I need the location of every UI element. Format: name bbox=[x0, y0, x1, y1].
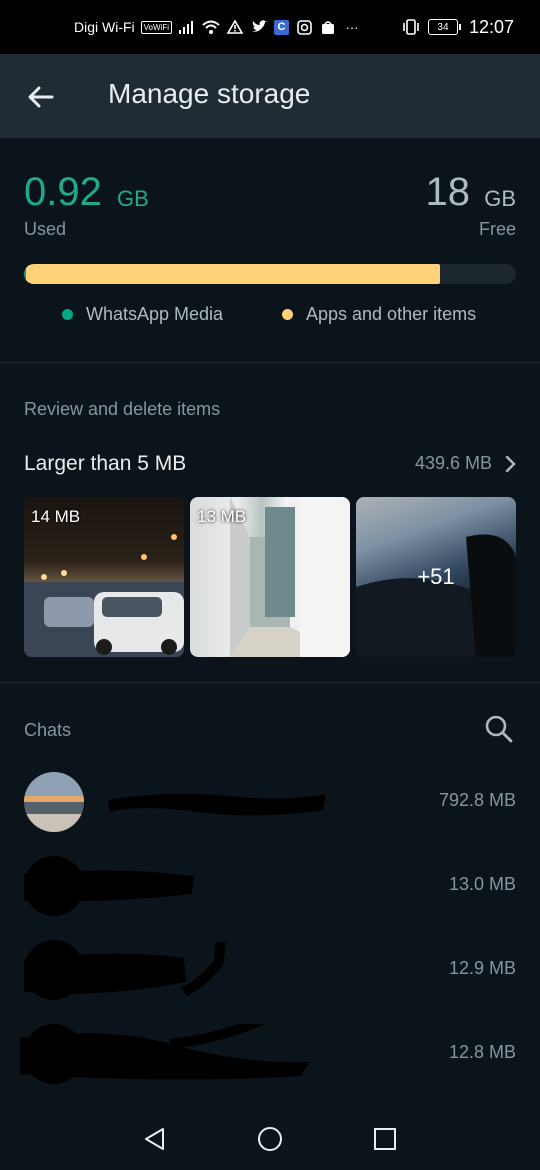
chat-size: 792.8 MB bbox=[438, 790, 516, 810]
legend-dot-media bbox=[62, 309, 73, 320]
thumb-size-label: 14 MB bbox=[31, 507, 81, 526]
back-triangle-icon[interactable] bbox=[142, 1126, 168, 1152]
warning-icon bbox=[226, 19, 244, 35]
divider bbox=[0, 362, 540, 363]
instagram-icon bbox=[295, 19, 313, 35]
clock: 12:07 bbox=[468, 16, 514, 37]
storage-bar bbox=[24, 264, 516, 284]
recents-square-icon[interactable] bbox=[372, 1126, 398, 1152]
larger-than-label[interactable]: Larger than 5 MB bbox=[24, 452, 186, 476]
redacted-name bbox=[24, 942, 328, 997]
navigation-bar bbox=[0, 1108, 540, 1170]
status-right: 34 12:07 bbox=[402, 0, 514, 54]
redacted-name bbox=[20, 1024, 328, 1080]
media-thumb[interactable]: 13 MB bbox=[190, 497, 350, 657]
legend-apps: Apps and other items bbox=[282, 304, 476, 325]
signal-icon bbox=[178, 19, 196, 35]
status-bar: Digi Wi-Fi VoWiFi C ··· 34 12:07 bbox=[0, 0, 540, 54]
free-value: 18 bbox=[425, 170, 471, 214]
battery-icon: 34 bbox=[427, 19, 461, 35]
chat-row[interactable]: 792.8 MB bbox=[0, 760, 540, 844]
chat-row[interactable]: 12.9 MB bbox=[0, 928, 540, 1012]
chat-size: 13.0 MB bbox=[448, 874, 516, 894]
chats-section-title: Chats bbox=[24, 720, 72, 740]
storage-bar-apps bbox=[26, 264, 440, 284]
used-unit: GB bbox=[117, 186, 149, 211]
chat-row[interactable]: 12.8 MB bbox=[0, 1012, 540, 1096]
free-label: Free bbox=[478, 219, 516, 239]
used-label: Used bbox=[24, 219, 67, 239]
legend-media-label: WhatsApp Media bbox=[86, 304, 224, 324]
redacted-name bbox=[24, 870, 328, 902]
more-items-overlay: +51 bbox=[356, 497, 516, 657]
vowifi-badge: VoWiFi bbox=[140, 20, 172, 34]
legend-apps-label: Apps and other items bbox=[306, 304, 477, 324]
avatar bbox=[24, 772, 84, 832]
search-icon[interactable] bbox=[484, 714, 514, 744]
home-circle-icon[interactable] bbox=[257, 1126, 283, 1152]
media-thumb[interactable]: 14 MB bbox=[24, 497, 184, 657]
vibrate-icon bbox=[402, 19, 420, 35]
chat-row[interactable]: 13.0 MB bbox=[0, 844, 540, 928]
c-app-icon: C bbox=[274, 19, 289, 35]
shopping-icon bbox=[319, 19, 337, 35]
thumb-size-label: 13 MB bbox=[197, 507, 247, 526]
battery-level: 34 bbox=[427, 19, 458, 35]
page-title: Manage storage bbox=[108, 78, 311, 109]
chat-size: 12.9 MB bbox=[448, 958, 516, 978]
redacted-name bbox=[108, 790, 328, 816]
used-value: 0.92 bbox=[24, 170, 102, 214]
media-thumb[interactable]: +51 bbox=[356, 497, 516, 657]
status-left: Digi Wi-Fi VoWiFi C ··· bbox=[74, 0, 361, 54]
free-unit: GB bbox=[484, 186, 516, 211]
chevron-right-icon[interactable] bbox=[502, 454, 518, 474]
more-dots-icon: ··· bbox=[345, 19, 359, 35]
chat-size: 12.8 MB bbox=[448, 1042, 516, 1062]
arrow-left-icon bbox=[28, 86, 54, 108]
larger-than-size: 439.6 MB bbox=[414, 453, 492, 473]
back-button[interactable] bbox=[24, 80, 58, 114]
app-bar: Manage storage bbox=[0, 54, 540, 138]
divider bbox=[0, 682, 540, 683]
twitter-icon bbox=[250, 19, 268, 35]
wifi-icon bbox=[202, 19, 220, 35]
carrier-label: Digi Wi-Fi bbox=[74, 19, 135, 35]
legend-media: WhatsApp Media bbox=[62, 304, 223, 325]
legend-dot-apps bbox=[282, 309, 293, 320]
review-section-title: Review and delete items bbox=[24, 399, 221, 419]
